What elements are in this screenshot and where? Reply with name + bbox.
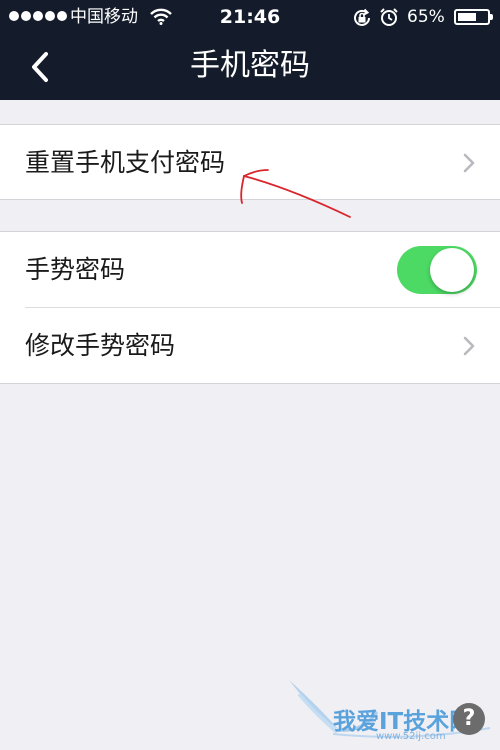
settings-group-payment: 重置手机支付密码 — [0, 124, 500, 200]
change-gesture-password-label: 修改手势密码 — [25, 331, 176, 360]
gesture-password-label: 手势密码 — [25, 255, 126, 284]
top-bar: 中国移动 21:46 65% 手机密码 — [0, 0, 500, 100]
chevron-right-icon — [463, 153, 475, 173]
gesture-password-row: 手势密码 — [0, 232, 500, 308]
page-title: 手机密码 — [190, 48, 310, 83]
rotation-lock-icon — [354, 8, 370, 26]
chevron-right-icon — [463, 336, 475, 356]
gesture-password-toggle[interactable] — [397, 246, 477, 294]
reset-pay-password-label: 重置手机支付密码 — [25, 148, 226, 177]
alarm-clock-icon — [380, 8, 398, 26]
help-icon[interactable]: ? — [453, 703, 485, 735]
battery-icon — [454, 9, 493, 25]
status-bar: 中国移动 21:46 65% — [0, 0, 500, 34]
settings-group-gesture: 手势密码 修改手势密码 — [0, 231, 500, 384]
toggle-knob — [430, 248, 474, 292]
change-gesture-password-row[interactable]: 修改手势密码 — [0, 308, 500, 384]
watermark-url: www.52ij.com — [376, 731, 446, 742]
reset-pay-password-row[interactable]: 重置手机支付密码 — [0, 125, 500, 201]
battery-percentage: 65% — [407, 7, 445, 27]
